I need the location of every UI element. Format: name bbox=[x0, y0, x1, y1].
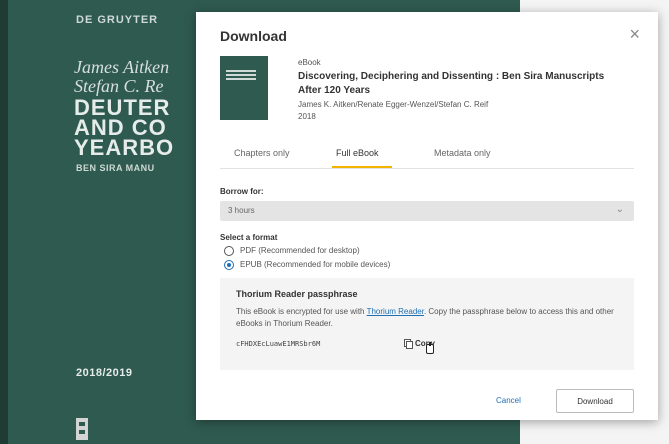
cover-author-line-1: James Aitken bbox=[74, 57, 170, 77]
borrow-label: Borrow for: bbox=[220, 187, 264, 196]
passphrase-code: cFHDXEcLuawE1MRSbr6M bbox=[236, 340, 321, 348]
borrow-duration-select[interactable]: 3 hours ⌄ bbox=[220, 201, 634, 221]
tab-full-ebook[interactable]: Full eBook bbox=[336, 148, 379, 158]
thorium-reader-link[interactable]: Thorium Reader bbox=[367, 307, 424, 316]
radio-pdf[interactable] bbox=[224, 246, 234, 256]
cover-series-title: DEUTER AND CO YEARBO bbox=[74, 97, 175, 160]
publisher-logo-icon bbox=[76, 418, 88, 440]
radio-epub[interactable] bbox=[224, 260, 234, 270]
book-authors: James K. Aitken/Renate Egger-Wenzel/Stef… bbox=[298, 100, 489, 109]
book-type: eBook bbox=[298, 58, 321, 67]
copy-icon bbox=[404, 338, 413, 349]
cover-authors: James Aitken Stefan C. Re bbox=[74, 58, 169, 96]
chevron-down-icon: ⌄ bbox=[615, 204, 624, 215]
close-icon[interactable]: × bbox=[629, 24, 640, 45]
download-tabs: Chapters only Full eBook Metadata only bbox=[220, 142, 634, 169]
passphrase-panel: Thorium Reader passphrase This eBook is … bbox=[220, 278, 634, 370]
cover-series-line-3: YEARBO bbox=[74, 135, 175, 160]
cover-publisher: DE GRUYTER bbox=[76, 14, 159, 26]
book-year: 2018 bbox=[298, 112, 316, 121]
tab-chapters-only[interactable]: Chapters only bbox=[234, 148, 290, 158]
download-button[interactable]: Download bbox=[556, 389, 634, 413]
dialog-title: Download bbox=[220, 28, 287, 44]
cover-subtitle: BEN SIRA MANU bbox=[76, 163, 155, 173]
hand-cursor-icon bbox=[424, 342, 436, 354]
tab-metadata-only[interactable]: Metadata only bbox=[434, 148, 491, 158]
book-thumbnail bbox=[220, 56, 268, 120]
format-option-epub-label: EPUB (Recommended for mobile devices) bbox=[240, 260, 391, 269]
cover-author-line-2: Stefan C. Re bbox=[74, 76, 164, 96]
download-dialog: Download × eBook Discovering, Decipherin… bbox=[196, 12, 658, 420]
cover-year: 2018/2019 bbox=[76, 367, 133, 379]
passphrase-description: This eBook is encrypted for use with Tho… bbox=[236, 306, 616, 330]
cancel-button[interactable]: Cancel bbox=[496, 396, 521, 405]
passphrase-desc-prefix: This eBook is encrypted for use with bbox=[236, 307, 365, 316]
format-option-pdf-label: PDF (Recommended for desktop) bbox=[240, 246, 360, 255]
active-tab-indicator bbox=[332, 166, 392, 168]
passphrase-title: Thorium Reader passphrase bbox=[236, 289, 358, 299]
borrow-duration-value: 3 hours bbox=[228, 206, 255, 215]
book-title: Discovering, Deciphering and Dissenting … bbox=[298, 71, 605, 96]
format-label: Select a format bbox=[220, 233, 278, 242]
